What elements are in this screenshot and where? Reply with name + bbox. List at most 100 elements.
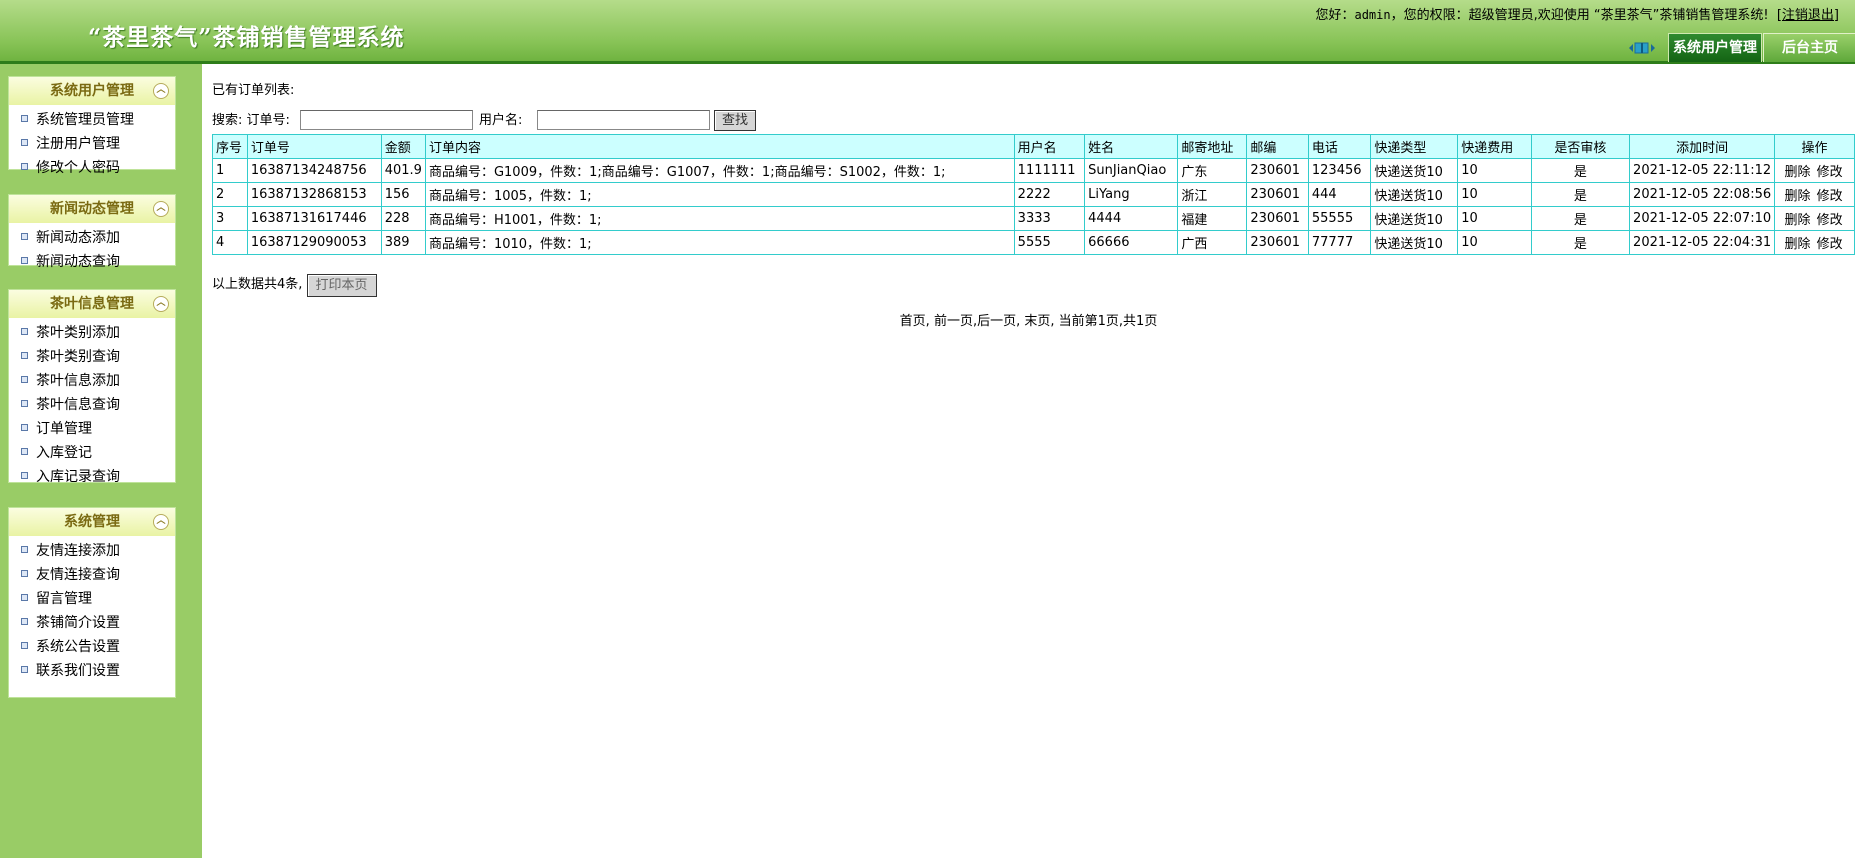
cell-added-time: 2021-12-05 22:11:12 bbox=[1629, 158, 1776, 183]
cell-order-no: 16387134248756 bbox=[246, 158, 382, 183]
menu-group-label: 新闻动态管理 bbox=[50, 201, 134, 217]
sidebar-item-shop-intro[interactable]: 茶铺简介设置 bbox=[21, 611, 120, 635]
bullet-icon bbox=[21, 399, 28, 407]
cell-actions: 删除 修改 bbox=[1774, 182, 1855, 207]
search-label: 搜索: 订单号: bbox=[212, 113, 290, 128]
sidebar-item-admin-manage[interactable]: 系统管理员管理 bbox=[21, 108, 134, 132]
sidebar-item-tea-info-add[interactable]: 茶叶信息添加 bbox=[21, 369, 120, 393]
sidebar-item-messages[interactable]: 留言管理 bbox=[21, 587, 92, 611]
cell-actions: 删除 修改 bbox=[1774, 230, 1855, 255]
cell-amount: 401.9 bbox=[380, 158, 426, 183]
cell-username: 3333 bbox=[1013, 206, 1086, 231]
table-row: 4 16387129090053 389 商品编号：1010，件数：1; 555… bbox=[212, 230, 1855, 255]
table-header-row: 序号 订单号 金额 订单内容 用户名 姓名 邮寄地址 邮编 电话 快递类型 快递… bbox=[212, 134, 1855, 159]
delete-link[interactable]: 删除 bbox=[1784, 213, 1810, 228]
logout-link[interactable]: [注销退出] bbox=[1777, 8, 1839, 23]
delete-link[interactable]: 删除 bbox=[1784, 189, 1810, 204]
collapse-icon[interactable]: ︿ bbox=[153, 201, 169, 217]
cell-reviewed: 是 bbox=[1530, 182, 1631, 207]
col-header-express-type: 快递类型 bbox=[1370, 134, 1459, 159]
cell-order-no: 16387129090053 bbox=[246, 230, 382, 255]
collapse-icon[interactable]: ︿ bbox=[153, 83, 169, 99]
cell-address: 广东 bbox=[1177, 158, 1248, 183]
cell-name: 4444 bbox=[1084, 206, 1179, 231]
cell-name: LiYang bbox=[1084, 182, 1179, 207]
edit-link[interactable]: 修改 bbox=[1817, 165, 1843, 180]
cell-index: 3 bbox=[212, 206, 248, 231]
sidebar-item-label: 友情连接添加 bbox=[36, 543, 120, 559]
sidebar-item-label: 联系我们设置 bbox=[36, 663, 120, 679]
menu-group-title[interactable]: 系统用户管理 ︿ bbox=[9, 77, 175, 105]
bullet-icon bbox=[21, 138, 28, 146]
page-info: 当前第1页,共1页 bbox=[1058, 314, 1158, 329]
sidebar-item-orders[interactable]: 订单管理 bbox=[21, 417, 92, 441]
bullet-icon bbox=[21, 641, 28, 649]
username-label: 用户名: bbox=[479, 113, 523, 128]
search-button[interactable]: 查找 bbox=[714, 110, 756, 131]
cell-address: 福建 bbox=[1177, 206, 1248, 231]
tab-admin-home[interactable]: 后台主页 bbox=[1763, 33, 1855, 62]
sidebar-item-news-add[interactable]: 新闻动态添加 bbox=[21, 226, 120, 250]
sidebar-item-label: 新闻动态添加 bbox=[36, 230, 120, 246]
greeting-prefix: 您好： bbox=[1315, 8, 1355, 23]
username-input[interactable] bbox=[537, 110, 710, 130]
cell-zipcode: 230601 bbox=[1246, 158, 1309, 183]
cell-address: 浙江 bbox=[1177, 182, 1248, 207]
sidebar-item-label: 茶叶类别添加 bbox=[36, 325, 120, 341]
sidebar-item-contact[interactable]: 联系我们设置 bbox=[21, 659, 120, 683]
orders-table: 序号 订单号 金额 订单内容 用户名 姓名 邮寄地址 邮编 电话 快递类型 快递… bbox=[212, 134, 1855, 255]
sidebar-item-label: 茶叶信息查询 bbox=[36, 397, 120, 413]
welcome-bar: 您好：admin，您的权限：超级管理员,欢迎使用 “茶里茶气”茶铺销售管理系统!… bbox=[1315, 4, 1839, 23]
sidebar-item-news-query[interactable]: 新闻动态查询 bbox=[21, 250, 120, 274]
delete-link[interactable]: 删除 bbox=[1784, 237, 1810, 252]
menu-group-title[interactable]: 茶叶信息管理 ︿ bbox=[9, 290, 175, 318]
cell-address: 广西 bbox=[1177, 230, 1248, 255]
order-number-input[interactable] bbox=[300, 110, 473, 130]
menu-group-title[interactable]: 系统管理 ︿ bbox=[9, 508, 175, 536]
sidebar-item-change-password[interactable]: 修改个人密码 bbox=[21, 156, 120, 180]
table-row: 1 16387134248756 401.9 商品编号：G1009，件数：1;商… bbox=[212, 158, 1855, 183]
col-header-username: 用户名 bbox=[1013, 134, 1086, 159]
sidebar-item-tea-category-query[interactable]: 茶叶类别查询 bbox=[21, 345, 120, 369]
print-button[interactable]: 打印本页 bbox=[306, 274, 377, 297]
menu-group-title[interactable]: 新闻动态管理 ︿ bbox=[9, 195, 175, 223]
sidebar-item-label: 修改个人密码 bbox=[36, 160, 120, 176]
nav-toggle-icon[interactable] bbox=[1627, 39, 1657, 57]
sidebar-item-tea-info-query[interactable]: 茶叶信息查询 bbox=[21, 393, 120, 417]
prev-page-link[interactable]: 前一页 bbox=[934, 314, 973, 329]
cell-express-type: 快递送货10 bbox=[1370, 182, 1459, 207]
cell-name: 66666 bbox=[1084, 230, 1179, 255]
bullet-icon bbox=[21, 351, 28, 359]
sidebar-item-tea-category-add[interactable]: 茶叶类别添加 bbox=[21, 321, 120, 345]
summary-bar: 以上数据共4条, 打印本页 bbox=[212, 274, 377, 297]
sidebar-item-stock-records[interactable]: 入库记录查询 bbox=[21, 465, 120, 489]
first-page-link[interactable]: 首页, bbox=[900, 314, 930, 329]
collapse-icon[interactable]: ︿ bbox=[153, 296, 169, 312]
edit-link[interactable]: 修改 bbox=[1817, 189, 1843, 204]
delete-link[interactable]: 删除 bbox=[1784, 165, 1810, 180]
edit-link[interactable]: 修改 bbox=[1817, 237, 1843, 252]
bullet-icon bbox=[21, 617, 28, 625]
next-page-link[interactable]: ,后一页, bbox=[973, 314, 1020, 329]
cell-name: SunJianQiao bbox=[1084, 158, 1179, 183]
sidebar-item-link-query[interactable]: 友情连接查询 bbox=[21, 563, 120, 587]
cell-reviewed: 是 bbox=[1530, 206, 1631, 231]
sidebar-item-announcement[interactable]: 系统公告设置 bbox=[21, 635, 120, 659]
bullet-icon bbox=[21, 545, 28, 553]
sidebar-item-stock-in[interactable]: 入库登记 bbox=[21, 441, 92, 465]
bullet-icon bbox=[21, 593, 28, 601]
cell-express-fee: 10 bbox=[1457, 158, 1532, 183]
cell-username: 2222 bbox=[1013, 182, 1086, 207]
top-header: “茶里茶气”茶铺销售管理系统 您好：admin，您的权限：超级管理员,欢迎使用 … bbox=[0, 0, 1855, 64]
collapse-icon[interactable]: ︿ bbox=[153, 514, 169, 530]
menu-group-news: 新闻动态管理 ︿ 新闻动态添加 新闻动态查询 bbox=[8, 194, 176, 270]
bullet-icon bbox=[21, 375, 28, 383]
sidebar-item-link-add[interactable]: 友情连接添加 bbox=[21, 539, 120, 563]
edit-link[interactable]: 修改 bbox=[1817, 213, 1843, 228]
sidebar-item-label: 入库记录查询 bbox=[36, 469, 120, 485]
search-bar: 搜索: 订单号: 用户名: 查找 bbox=[212, 110, 756, 132]
cell-zipcode: 230601 bbox=[1246, 206, 1309, 231]
sidebar-item-registered-users[interactable]: 注册用户管理 bbox=[21, 132, 120, 156]
last-page-link[interactable]: 末页, bbox=[1024, 314, 1054, 329]
tab-user-management[interactable]: 系统用户管理 bbox=[1668, 33, 1762, 62]
